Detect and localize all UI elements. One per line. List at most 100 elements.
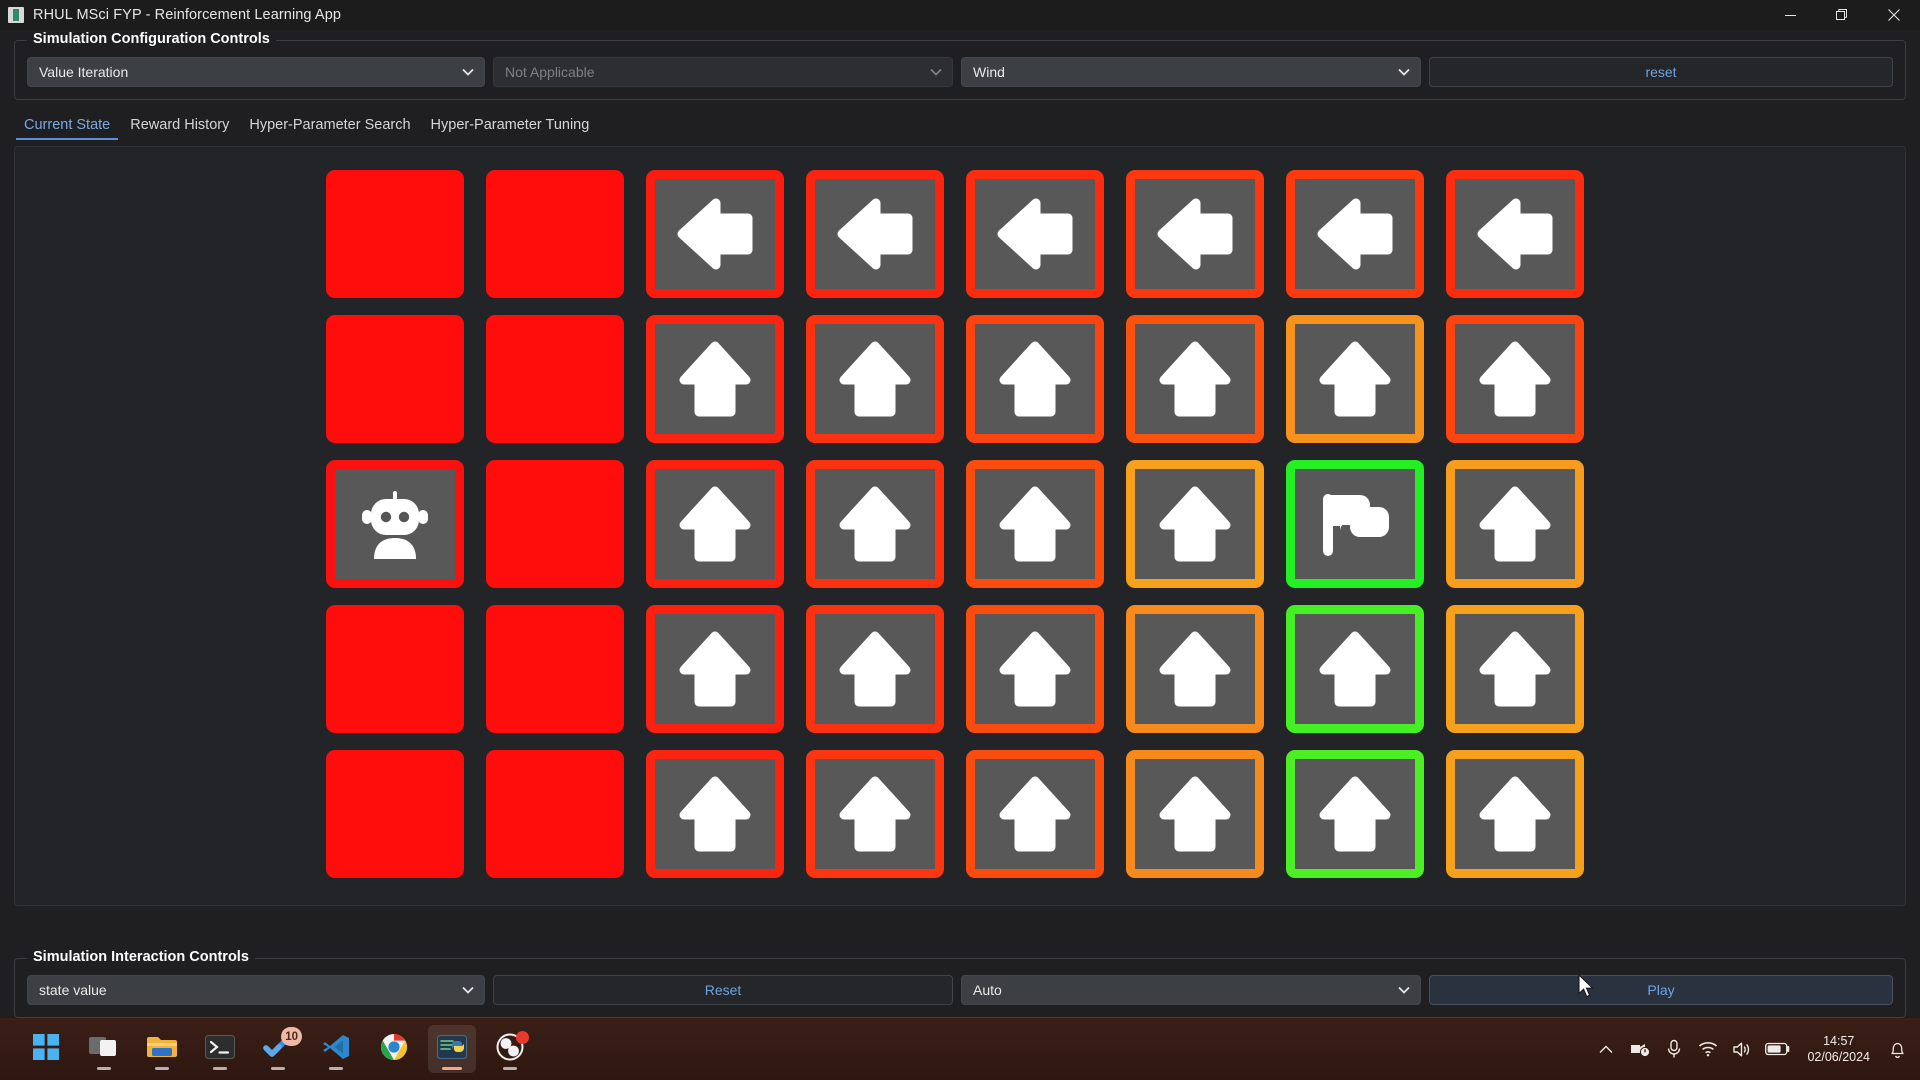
clock-time: 14:57 — [1823, 1034, 1855, 1048]
grid-cell-blocked[interactable] — [326, 169, 464, 298]
grid-cell-blocked[interactable] — [486, 749, 624, 878]
reset-config-button[interactable]: reset — [1429, 57, 1893, 87]
grid-cell-policy-arrow-up[interactable] — [1126, 749, 1264, 878]
speaker-icon[interactable] — [1725, 1027, 1759, 1071]
tab-hyper-parameter-tuning[interactable]: Hyper-Parameter Tuning — [421, 114, 600, 140]
bell-icon[interactable] — [1880, 1027, 1914, 1071]
python-app-button[interactable] — [428, 1025, 476, 1073]
running-indicator — [271, 1067, 285, 1070]
close-button[interactable] — [1868, 0, 1920, 30]
grid-cell-policy-arrow-left[interactable] — [966, 169, 1104, 298]
terminal-button[interactable] — [196, 1025, 244, 1073]
grid-cell-policy-arrow-up[interactable] — [1286, 604, 1424, 733]
grid-cell-policy-arrow-up[interactable] — [1446, 749, 1584, 878]
simulation-interaction-controls: Simulation Interaction Controls state va… — [14, 949, 1906, 1018]
grid-cell-policy-arrow-up[interactable] — [966, 314, 1104, 443]
grid-cell-policy-arrow-left[interactable] — [1446, 169, 1584, 298]
obs-button[interactable] — [486, 1025, 534, 1073]
chevron-up-icon[interactable] — [1589, 1027, 1623, 1071]
battery-icon[interactable] — [1759, 1027, 1797, 1071]
grid-cell-policy-arrow-up[interactable] — [1446, 459, 1584, 588]
display-mode-select[interactable]: state value — [27, 975, 485, 1005]
grid-cell-policy-arrow-up[interactable] — [1446, 314, 1584, 443]
system-tray: 14:57 02/06/2024 — [1589, 1018, 1920, 1080]
start-button[interactable] — [22, 1025, 70, 1073]
grid-cell-policy-arrow-up[interactable] — [1126, 459, 1264, 588]
gridworld-grid — [326, 169, 1594, 883]
grid-cell-policy-arrow-up[interactable] — [1286, 314, 1424, 443]
vscode-button[interactable] — [312, 1025, 360, 1073]
arrow-up-icon — [1319, 341, 1391, 416]
grid-cell-policy-arrow-up[interactable] — [646, 459, 784, 588]
grid-cell-policy-arrow-left[interactable] — [1126, 169, 1264, 298]
grid-cell-policy-arrow-up[interactable] — [1286, 749, 1424, 878]
running-indicator — [213, 1067, 227, 1070]
interaction-legend: Simulation Interaction Controls — [27, 949, 255, 965]
grid-cell-blocked[interactable] — [326, 314, 464, 443]
grid-cell-policy-arrow-up[interactable] — [806, 314, 944, 443]
window-title: RHUL MSci FYP - Reinforcement Learning A… — [33, 7, 342, 23]
app-icon — [8, 7, 24, 23]
minimize-button[interactable] — [1764, 0, 1816, 30]
grid-cell-policy-arrow-up[interactable] — [646, 314, 784, 443]
window-controls — [1764, 0, 1920, 30]
grid-cell-policy-arrow-up[interactable] — [646, 604, 784, 733]
grid-cell-blocked[interactable] — [486, 459, 624, 588]
running-indicator — [329, 1067, 343, 1070]
arrow-up-icon — [1479, 341, 1551, 416]
arrow-up-icon — [999, 486, 1071, 561]
grid-cell-goal-flag[interactable] — [1286, 459, 1424, 588]
grid-cell-policy-arrow-up[interactable] — [966, 749, 1104, 878]
vscode-icon — [322, 1034, 350, 1065]
notification-badge: 10 — [281, 1027, 302, 1046]
grid-cell-policy-arrow-up[interactable] — [646, 749, 784, 878]
grid-cell-policy-arrow-up[interactable] — [966, 459, 1104, 588]
grid-cell-policy-arrow-up[interactable] — [1126, 314, 1264, 443]
speed-select[interactable]: Auto — [961, 975, 1421, 1005]
algorithm-select[interactable]: Value Iteration — [27, 57, 485, 87]
file-explorer-button[interactable] — [138, 1025, 186, 1073]
grid-cell-policy-arrow-up[interactable] — [1126, 604, 1264, 733]
grid-cell-blocked[interactable] — [326, 604, 464, 733]
play-button[interactable]: Play — [1429, 975, 1893, 1005]
grid-cell-policy-arrow-up[interactable] — [966, 604, 1104, 733]
grid-cell-policy-arrow-left[interactable] — [646, 169, 784, 298]
microphone-icon[interactable] — [1657, 1027, 1691, 1071]
arrow-left-icon — [1317, 198, 1393, 269]
grid-cell-agent[interactable] — [326, 459, 464, 588]
obs-tray-icon[interactable] — [1623, 1027, 1657, 1071]
arrow-left-icon — [1157, 198, 1233, 269]
environment-select[interactable]: Wind — [961, 57, 1421, 87]
flag-icon — [1323, 493, 1389, 556]
todo-button[interactable]: 10 — [254, 1025, 302, 1073]
robot-icon — [362, 490, 428, 559]
running-indicator — [155, 1067, 169, 1070]
restore-button[interactable] — [1816, 0, 1868, 30]
task-view-button[interactable] — [80, 1025, 128, 1073]
grid-cell-blocked[interactable] — [486, 604, 624, 733]
arrow-up-icon — [1159, 776, 1231, 851]
wifi-icon[interactable] — [1691, 1027, 1725, 1071]
reset-simulation-button[interactable]: Reset — [493, 975, 953, 1005]
secondary-select[interactable]: Not Applicable — [493, 57, 953, 87]
tab-current-state[interactable]: Current State — [14, 114, 120, 140]
grid-cell-policy-arrow-left[interactable] — [806, 169, 944, 298]
arrow-up-icon — [839, 341, 911, 416]
running-indicator — [97, 1067, 111, 1070]
grid-cell-blocked[interactable] — [486, 169, 624, 298]
grid-cell-policy-arrow-up[interactable] — [806, 459, 944, 588]
taskbar-clock[interactable]: 14:57 02/06/2024 — [1797, 1033, 1880, 1065]
tab-reward-history[interactable]: Reward History — [120, 114, 239, 140]
grid-cell-policy-arrow-left[interactable] — [1286, 169, 1424, 298]
arrow-up-icon — [999, 631, 1071, 706]
grid-cell-blocked[interactable] — [486, 314, 624, 443]
arrow-up-icon — [679, 631, 751, 706]
grid-cell-blocked[interactable] — [326, 749, 464, 878]
title-bar: RHUL MSci FYP - Reinforcement Learning A… — [0, 0, 1920, 30]
grid-cell-policy-arrow-up[interactable] — [806, 604, 944, 733]
grid-cell-policy-arrow-up[interactable] — [1446, 604, 1584, 733]
chrome-button[interactable] — [370, 1025, 418, 1073]
tab-hyper-parameter-search[interactable]: Hyper-Parameter Search — [239, 114, 420, 140]
chrome-icon — [380, 1033, 408, 1066]
grid-cell-policy-arrow-up[interactable] — [806, 749, 944, 878]
